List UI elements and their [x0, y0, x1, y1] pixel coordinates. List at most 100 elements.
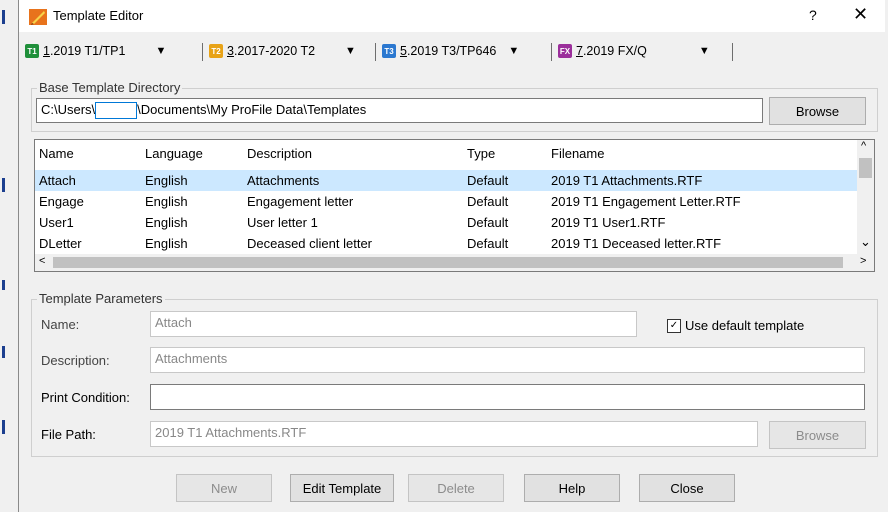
column-type[interactable]: Type — [467, 146, 495, 161]
tab-t1[interactable]: T1 1.2019 T1/TP1 ▼ — [25, 41, 166, 61]
row-filename: 2019 T1 Attachments.RTF — [551, 173, 703, 188]
base-directory-input[interactable]: C:\Users\ \Documents\My ProFile Data\Temp… — [36, 98, 763, 123]
path-prefix: C:\Users\ — [41, 102, 96, 117]
edge-mark — [2, 280, 5, 290]
print-condition-field[interactable] — [150, 384, 865, 410]
scroll-up-icon[interactable]: ^ — [861, 140, 866, 152]
window-title: Template Editor — [53, 8, 144, 23]
tab-label: .2019 FX/Q — [582, 44, 647, 58]
base-directory-label: Base Template Directory — [37, 80, 183, 95]
t2-icon: T2 — [209, 44, 223, 58]
row-name: Engage — [39, 194, 84, 209]
scroll-left-icon[interactable]: < — [39, 255, 45, 267]
template-editor-window: Template Editor ? ✕ T1 1.2019 T1/TP1 ▼ T… — [18, 0, 885, 512]
scroll-down-icon[interactable]: ⌄ — [860, 234, 871, 250]
row-filename: 2019 T1 User1.RTF — [551, 215, 666, 230]
row-language: English — [145, 215, 188, 230]
tab-mnemonic: 5 — [400, 44, 407, 58]
tab-label: .2017-2020 T2 — [233, 44, 316, 58]
help-title-button[interactable]: ? — [809, 7, 817, 23]
tab-label: .2019 T3/TP646 — [406, 44, 497, 58]
table-row[interactable]: Engage English Engagement letter Default… — [35, 191, 857, 212]
help-button[interactable]: Help — [524, 474, 620, 502]
delete-button[interactable]: Delete — [408, 474, 504, 502]
file-path-field[interactable]: 2019 T1 Attachments.RTF — [150, 421, 758, 447]
background-edge — [0, 0, 18, 512]
template-parameters-label: Template Parameters — [37, 291, 165, 306]
close-button[interactable]: Close — [639, 474, 735, 502]
dropdown-arrow-icon[interactable]: ▼ — [508, 45, 519, 57]
redacted-username — [95, 102, 138, 120]
edit-template-button[interactable]: Edit Template — [290, 474, 394, 502]
row-description: Engagement letter — [247, 194, 354, 209]
table-row[interactable]: DLetter English Deceased client letter D… — [35, 233, 857, 254]
row-type: Default — [467, 173, 509, 188]
return-tabs-bar: T1 1.2019 T1/TP1 ▼ T2 3.2017-2020 T2 ▼ T… — [19, 36, 885, 64]
checkbox-check-icon[interactable]: ✓ — [667, 318, 681, 333]
t1-icon: T1 — [25, 44, 39, 58]
scroll-right-icon[interactable]: > — [860, 255, 866, 267]
template-list: Name Language Description Type Filename … — [34, 139, 875, 272]
use-default-label: Use default template — [685, 318, 805, 333]
name-field[interactable]: Attach — [150, 311, 637, 337]
fx-icon: FX — [558, 44, 572, 58]
browse-file-button[interactable]: Browse — [769, 421, 866, 449]
column-language[interactable]: Language — [145, 146, 203, 161]
row-description: Deceased client letter — [247, 236, 373, 251]
horizontal-scroll-thumb[interactable] — [53, 257, 843, 268]
path-suffix: \Documents\My ProFile Data\Templates — [137, 102, 367, 117]
column-description[interactable]: Description — [247, 146, 312, 161]
row-language: English — [145, 194, 188, 209]
tab-divider — [375, 43, 376, 61]
table-row[interactable]: User1 English User letter 1 Default 2019… — [35, 212, 857, 233]
dropdown-arrow-icon[interactable]: ▼ — [345, 45, 356, 57]
row-description: User letter 1 — [247, 215, 318, 230]
horizontal-scrollbar[interactable]: < > — [35, 254, 874, 271]
row-type: Default — [467, 194, 509, 209]
new-button[interactable]: New — [176, 474, 272, 502]
title-bar[interactable]: Template Editor ? ✕ — [19, 0, 885, 32]
tab-divider — [732, 43, 733, 61]
browse-directory-button[interactable]: Browse — [769, 97, 866, 125]
t3-icon: T3 — [382, 44, 396, 58]
tab-mnemonic: 3 — [227, 44, 234, 58]
column-name[interactable]: Name — [39, 146, 74, 161]
row-name: User1 — [39, 215, 74, 230]
tab-divider — [551, 43, 552, 61]
description-label: Description: — [41, 353, 110, 368]
tab-mnemonic: 1 — [43, 44, 50, 58]
tab-label: .2019 T1/TP1 — [49, 44, 126, 58]
table-row[interactable]: Attach English Attachments Default 2019 … — [35, 170, 857, 191]
vertical-scrollbar[interactable]: ^ ⌄ — [857, 140, 874, 254]
row-type: Default — [467, 236, 509, 251]
vertical-scroll-thumb[interactable] — [859, 158, 872, 178]
row-name: DLetter — [39, 236, 82, 251]
dropdown-arrow-icon[interactable]: ▼ — [699, 45, 710, 57]
name-label: Name: — [41, 317, 80, 332]
column-filename[interactable]: Filename — [551, 146, 604, 161]
edge-mark — [2, 346, 5, 358]
row-filename: 2019 T1 Engagement Letter.RTF — [551, 194, 741, 209]
row-type: Default — [467, 215, 509, 230]
file-path-label: File Path: — [41, 427, 96, 442]
tab-fx[interactable]: FX 7.2019 FX/Q ▼ — [558, 41, 710, 61]
tab-mnemonic: 7 — [576, 44, 583, 58]
print-condition-label: Print Condition: — [41, 390, 130, 405]
row-name: Attach — [39, 173, 76, 188]
row-filename: 2019 T1 Deceased letter.RTF — [551, 236, 722, 251]
edge-mark — [2, 178, 5, 192]
description-field[interactable]: Attachments — [150, 347, 865, 373]
edge-mark — [2, 420, 5, 434]
app-icon — [29, 9, 47, 25]
close-window-button[interactable]: ✕ — [853, 4, 868, 25]
edge-mark — [2, 10, 5, 24]
list-header: Name Language Description Type Filename — [35, 140, 857, 168]
row-language: English — [145, 173, 188, 188]
tab-t3[interactable]: T3 5.2019 T3/TP646 ▼ — [382, 41, 519, 61]
row-language: English — [145, 236, 188, 251]
tab-divider — [202, 43, 203, 61]
use-default-checkbox[interactable]: ✓ Use default template — [667, 318, 804, 333]
dropdown-arrow-icon[interactable]: ▼ — [155, 45, 166, 57]
row-description: Attachments — [247, 173, 320, 188]
tab-t2[interactable]: T2 3.2017-2020 T2 ▼ — [209, 41, 356, 61]
